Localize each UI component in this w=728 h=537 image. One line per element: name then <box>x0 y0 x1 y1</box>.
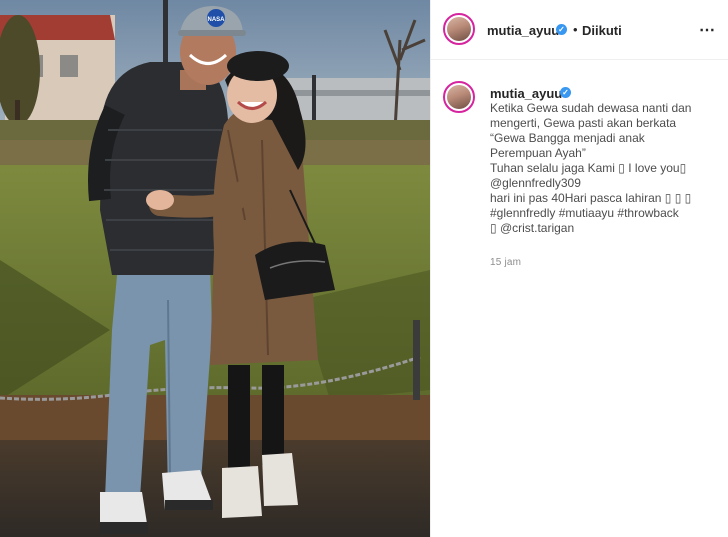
post-photo[interactable]: NASA <box>0 0 430 537</box>
caption-line: mengerti, Gewa pasti akan berkata <box>490 116 677 130</box>
photo-illustration: NASA <box>0 0 430 537</box>
post-header: mutia_ayuu ✓ • Diikuti ⋯ <box>431 0 728 60</box>
follow-status-button[interactable]: Diikuti <box>582 23 622 38</box>
caption-hashtags[interactable]: #glennfredly #mutiaayu #throwback <box>490 206 720 221</box>
post-timestamp[interactable]: 15 jam <box>490 257 521 268</box>
caption-line: Perempuan Ayah” <box>490 146 586 160</box>
caption-mention-link[interactable]: @glennfredly309 <box>490 176 720 191</box>
caption-line: “Gewa Bangga menjadi anak <box>490 131 645 145</box>
caption-author-username-link[interactable]: mutia_ayuu <box>490 86 562 101</box>
verified-badge-icon: ✓ <box>560 87 571 98</box>
post-details-panel: mutia_ayuu ✓ • Diikuti ⋯ mutia_ayuu ✓ Ke… <box>430 0 728 537</box>
caption-line: hari ini pas 40Hari pasca lahiran ▯ ▯ ▯ <box>490 191 692 205</box>
avatar-image <box>447 17 471 41</box>
caption-author-avatar[interactable] <box>443 81 475 113</box>
cap-logo-text: NASA <box>207 17 225 23</box>
author-avatar[interactable] <box>443 13 475 45</box>
more-options-icon[interactable]: ⋯ <box>699 20 716 40</box>
author-username-link[interactable]: mutia_ayuu <box>487 23 559 38</box>
caption-line: Tuhan selalu jaga Kami ▯ I love you▯ <box>490 161 687 175</box>
verified-badge-icon: ✓ <box>556 24 567 35</box>
instagram-post: NASA mutia_ayuu ✓ • Diikuti ⋯ mutia_ayuu… <box>0 0 728 537</box>
post-caption: Ketika Gewa sudah dewasa nanti dan menge… <box>490 101 720 236</box>
caption-line: Ketika Gewa sudah dewasa nanti dan <box>490 101 692 115</box>
caption-photo-credit[interactable]: ▯ @crist.tarigan <box>490 221 720 236</box>
header-separator: • <box>573 22 578 37</box>
avatar-image <box>447 85 471 109</box>
